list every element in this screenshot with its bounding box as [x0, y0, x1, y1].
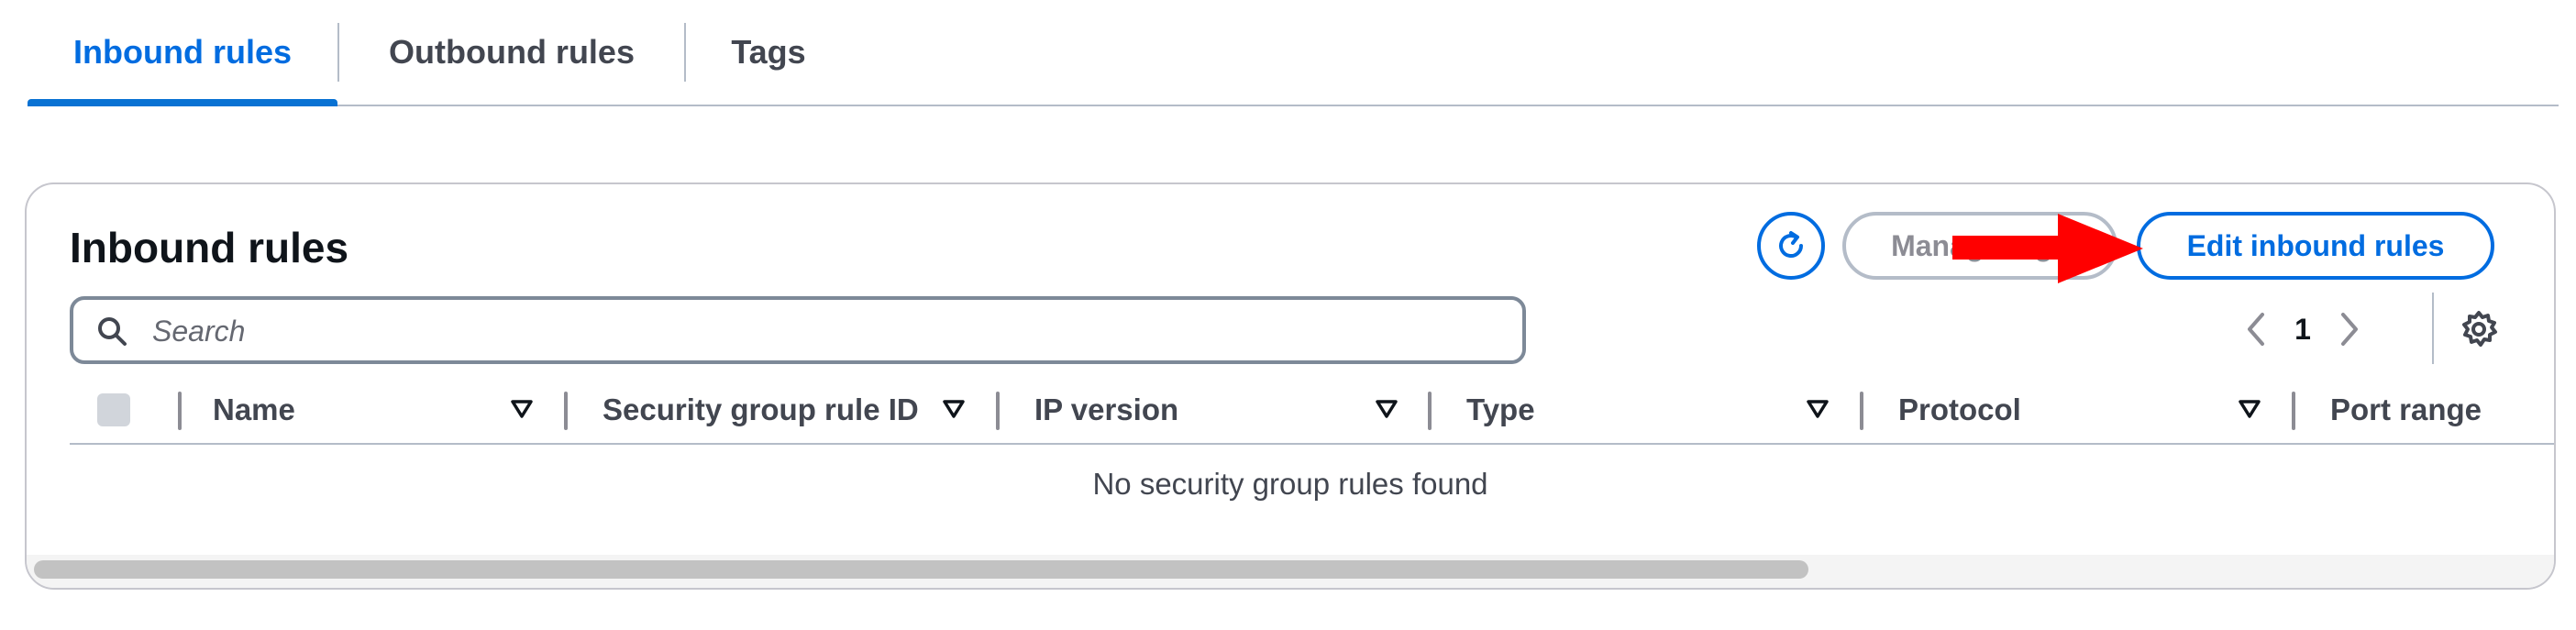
red-arrow-icon	[1952, 214, 2143, 283]
edit-inbound-rules-label: Edit inbound rules	[2186, 228, 2445, 262]
refresh-button[interactable]	[1757, 212, 1825, 280]
panel-title: Inbound rules	[70, 224, 349, 271]
column-header-type[interactable]: Type	[1466, 392, 1535, 428]
search-box[interactable]	[70, 296, 1526, 364]
search-input[interactable]	[150, 300, 1511, 362]
column-header-ip-version[interactable]: IP version	[1034, 392, 1178, 428]
column-divider[interactable]	[1428, 392, 1432, 430]
edit-inbound-rules-button[interactable]: Edit inbound rules	[2137, 212, 2494, 280]
search-icon	[98, 317, 127, 346]
column-divider[interactable]	[2292, 392, 2295, 430]
tab-tags[interactable]: Tags	[686, 0, 851, 105]
column-divider[interactable]	[564, 392, 568, 430]
column-header-rule-id[interactable]: Security group rule ID	[603, 392, 919, 428]
tab-outbound-rules[interactable]: Outbound rules	[339, 0, 684, 105]
pagination: 1	[2237, 302, 2369, 357]
refresh-icon	[1779, 231, 1803, 258]
sort-down-icon[interactable]	[1806, 399, 1830, 419]
tab-bar: Inbound rules Outbound rules Tags	[28, 0, 2559, 106]
sort-down-icon[interactable]	[1375, 399, 1399, 419]
sort-down-icon[interactable]	[942, 399, 966, 419]
previous-page-button[interactable]	[2237, 302, 2275, 357]
pager-divider	[2432, 293, 2434, 364]
next-page-button[interactable]	[2330, 302, 2369, 357]
column-divider[interactable]	[1860, 392, 1863, 430]
column-header-protocol[interactable]: Protocol	[1898, 392, 2021, 428]
select-all-checkbox[interactable]	[97, 393, 130, 426]
empty-state-message: No security group rules found	[1092, 467, 1488, 501]
column-header-name[interactable]: Name	[213, 392, 295, 428]
gear-icon[interactable]	[2459, 309, 2499, 349]
chevron-right-icon	[2341, 313, 2358, 346]
scrollbar-thumb[interactable]	[34, 560, 1808, 579]
sort-down-icon[interactable]	[2238, 399, 2261, 419]
column-divider[interactable]	[178, 392, 182, 430]
tab-inbound-rules[interactable]: Inbound rules	[28, 0, 337, 106]
column-divider[interactable]	[996, 392, 1000, 430]
sort-down-icon[interactable]	[510, 399, 534, 419]
chevron-left-icon	[2248, 313, 2264, 346]
current-page-number[interactable]: 1	[2275, 313, 2330, 347]
table-header: Name Security group rule ID IP version T…	[70, 377, 2554, 445]
column-header-port-range[interactable]: Port range	[2330, 392, 2482, 428]
inbound-rules-panel: Inbound rules Manage tags Edit inbound r…	[25, 182, 2556, 590]
